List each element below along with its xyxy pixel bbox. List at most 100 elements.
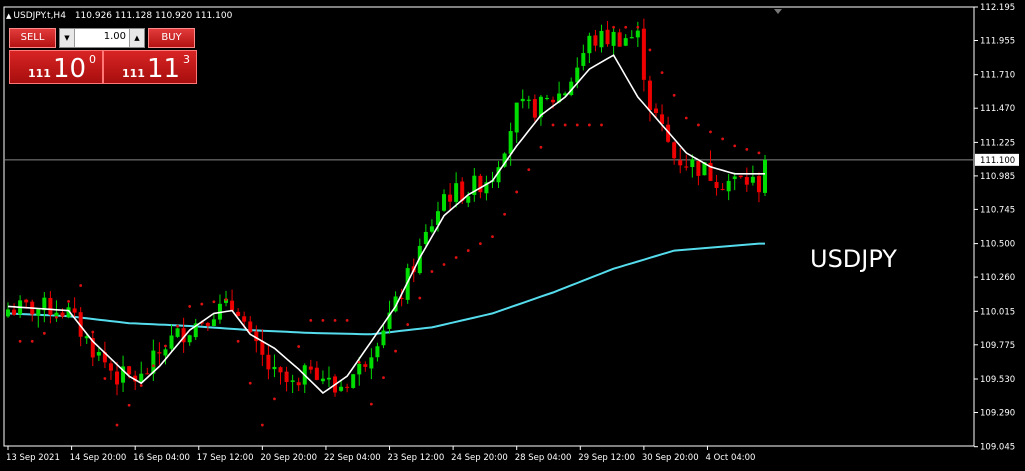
candle-body [623,38,628,46]
candle [175,327,180,338]
candle [623,34,628,47]
high-value: 111.128 [114,11,153,21]
candle [320,370,325,385]
candle-body [290,380,295,382]
candle [290,374,295,394]
y-tick-label: 109.775 [980,341,1015,351]
open-value: 110.926 [74,11,113,21]
scroll-marker-icon[interactable] [774,9,782,14]
sell-button[interactable]: SELL [9,28,56,48]
psar-dot [478,242,482,245]
y-tick-label: 111.955 [980,37,1015,47]
ask-price-button[interactable]: 111 11 3 [103,50,197,84]
candle [720,183,725,191]
candle-body [726,180,731,192]
candle [351,373,356,389]
psar-dot [539,145,543,149]
candle [121,355,126,393]
candle [484,175,489,201]
candle-body [96,351,101,356]
psar-dot [139,384,143,387]
candle-body [678,160,683,166]
psar-dot [430,270,434,273]
candle [750,165,755,186]
candle [569,77,574,97]
candle [587,32,592,64]
x-tick-label: 13 Sep 2021 [6,453,60,463]
bid-price-button[interactable]: 111 10 0 [9,50,103,84]
candle-body [266,354,271,370]
y-tick-label: 110.985 [980,172,1015,182]
candle-body [684,166,689,168]
candle-body [12,309,17,315]
lot-size-stepper[interactable]: ▼ 1.00 ▲ [59,28,145,48]
x-tick-label: 22 Sep 04:00 [324,453,381,463]
candle [726,173,731,201]
decrease-lot-icon[interactable]: ▼ [60,29,75,47]
psar-dot [18,339,22,343]
candle-body [314,367,319,380]
candle [278,366,283,385]
candle [514,102,519,144]
candle [248,316,253,334]
candle-body [454,183,459,202]
candle-body [72,308,77,313]
candle [448,183,453,212]
candle-body [54,312,59,317]
psar-dot [333,318,337,322]
candle-body [551,99,556,103]
candle [90,332,95,366]
candle [429,219,434,234]
ask-main: 11 [147,54,181,84]
psar-dot [224,298,228,301]
psar-dot [660,71,664,75]
candle [526,95,531,109]
candle-body [296,382,301,386]
candle [454,172,459,208]
psar-dot [115,423,119,427]
candle [236,308,241,317]
candle [272,354,277,378]
candle-body [24,299,29,303]
candle [12,303,17,316]
candle-body [587,35,592,54]
candle [260,329,265,366]
candle-body [205,323,210,326]
candle-body [429,226,434,232]
psar-dot [188,305,192,308]
buy-button[interactable]: BUY [148,28,195,48]
candle [763,154,767,197]
candle [308,359,313,374]
psar-dot [600,123,603,127]
candle [326,366,331,388]
candle-body [629,37,634,39]
y-tick-label: 109.530 [980,375,1015,385]
candle-body [375,346,380,358]
candle-body [508,131,513,154]
candle-body [599,30,604,48]
increase-lot-icon[interactable]: ▲ [129,29,144,47]
psar-dot [176,324,179,328]
candle [30,299,35,322]
collapse-arrow-icon[interactable]: ▲ [6,12,11,20]
psar-dot [357,360,361,364]
candle-body [544,97,549,99]
candle-body [593,35,598,46]
candle-body [526,99,531,101]
candle-body [242,316,247,322]
candle [145,367,150,375]
candle-body [520,98,525,102]
bid-prefix: 111 [28,67,51,80]
candle [217,294,222,324]
candle-body [672,142,677,159]
psar-dot [575,123,579,127]
candle-body [514,102,519,133]
psar-dot [200,302,204,306]
lot-size-value[interactable]: 1.00 [104,31,126,42]
candle-body [744,177,749,185]
psar-dot [491,235,494,239]
candle-body [763,159,767,193]
candle [756,172,761,203]
candle-body [320,378,325,382]
candle-body [36,308,41,316]
